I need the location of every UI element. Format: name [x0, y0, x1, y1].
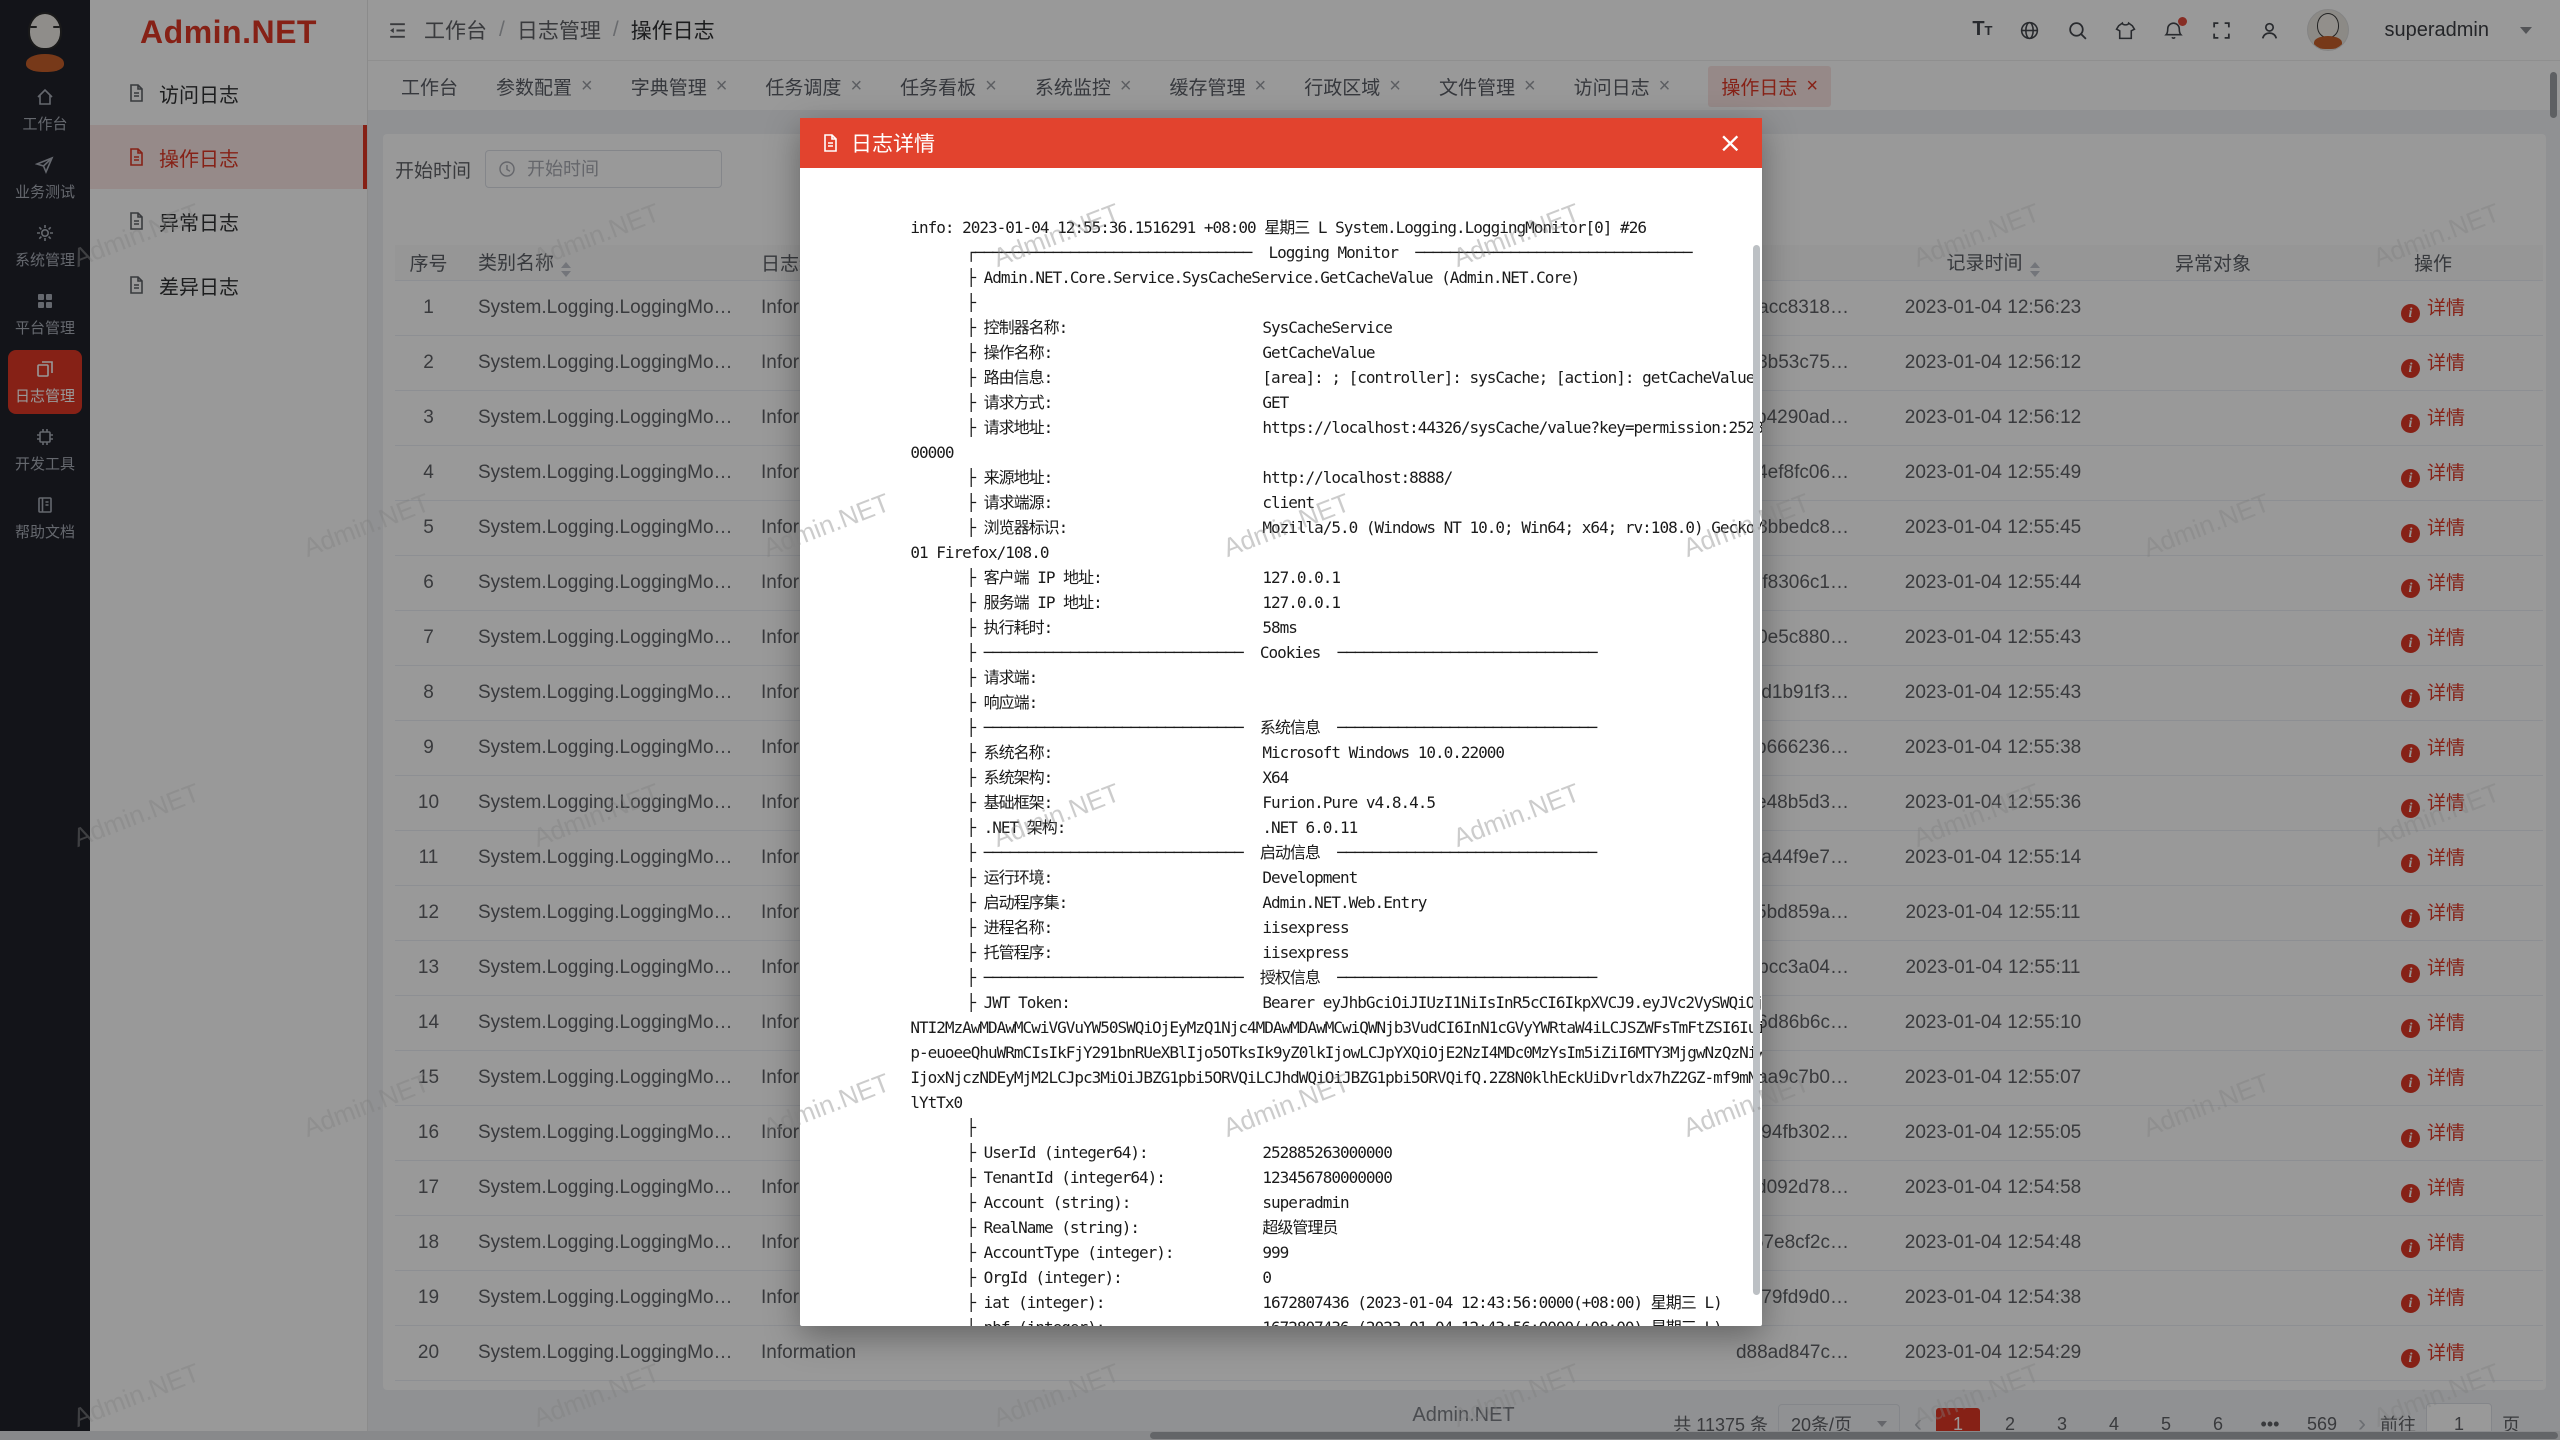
log-value: Development [1262, 868, 1357, 887]
log-key: ├ .NET 架构: [966, 815, 1262, 840]
log-value: 超级管理员 [1262, 1218, 1337, 1237]
document-icon [820, 133, 840, 153]
log-value: .NET 6.0.11 [1262, 818, 1357, 837]
log-key: ├ 运行环境: [966, 865, 1262, 890]
log-value: Bearer eyJhbGciOiJIUzI1NiIsInR5cCI6IkpXV… [1262, 993, 1762, 1012]
dialog-title: 日志详情 [851, 128, 935, 158]
log-key: ├ 请求方式: [966, 390, 1262, 415]
log-key: ├ TenantId (integer64): [966, 1165, 1262, 1190]
log-value: Microsoft Windows 10.0.22000 [1262, 743, 1504, 762]
log-value: 999 [1262, 1243, 1288, 1262]
log-value: 58ms [1262, 618, 1297, 637]
log-key: ├ RealName (string): [966, 1215, 1262, 1240]
log-key: ├ 操作名称: [966, 340, 1262, 365]
log-key: ├ 浏览器标识: [966, 515, 1262, 540]
log-plain-text: p-euoeeQhuWRmCIsIkFjY291bnRUeXBlIjo5OTks… [910, 1043, 1762, 1062]
log-value: superadmin [1262, 1193, 1348, 1212]
log-key: ├ 来源地址: [966, 465, 1262, 490]
log-value: client [1262, 493, 1314, 512]
log-key: ├ 系统架构: [966, 765, 1262, 790]
log-key: ├ AccountType (integer): [966, 1240, 1262, 1265]
log-key: ├ Account (string): [966, 1190, 1262, 1215]
log-value: GetCacheValue [1262, 343, 1374, 362]
log-plain-text: 00000 [910, 443, 953, 462]
log-value: http://localhost:8888/ [1262, 468, 1452, 487]
dialog-scrollbar-thumb[interactable] [1753, 245, 1760, 1295]
log-key: ├ OrgId (integer): [966, 1265, 1262, 1290]
log-detail-dialog: 日志详情 × info: 2023-01-04 12:55:36.1516291… [800, 118, 1762, 1326]
log-line: ├ [824, 1090, 1762, 1115]
log-value: SysCacheService [1262, 318, 1392, 337]
log-key: ├ 执行耗时: [966, 615, 1262, 640]
log-plain-text: ├ ────────────────────────────── Cookies… [966, 643, 1596, 662]
log-value: 127.0.0.1 [1262, 568, 1340, 587]
log-key: ├ iat (integer): [966, 1290, 1262, 1315]
log-value: iisexpress [1262, 943, 1348, 962]
log-key: ├ 托管程序: [966, 940, 1262, 965]
log-plain-text: ├ Admin.NET.Core.Service.SysCacheService… [966, 268, 1579, 287]
log-key: ├ 服务端 IP 地址: [966, 590, 1262, 615]
log-value: 252885263000000 [1262, 1143, 1392, 1162]
log-value: 127.0.0.1 [1262, 593, 1340, 612]
log-value: 123456780000000 [1262, 1168, 1392, 1187]
log-value: GET [1262, 393, 1288, 412]
log-key: ├ 路由信息: [966, 365, 1262, 390]
log-line: info: 2023-01-04 12:55:36.1516291 +08:00… [824, 190, 1762, 215]
log-value: 1672807436 (2023-01-04 12:43:56:0000(+08… [1262, 1318, 1721, 1326]
log-line: ├ 来源地址:http://localhost:8888/ [824, 440, 1762, 465]
log-plain-text: lYtTx0 [910, 1093, 962, 1112]
log-key: ├ 请求地址: [966, 415, 1262, 440]
log-key: ├ 启动程序集: [966, 890, 1262, 915]
log-plain-text: IjoxNjczNDEyMjM2LCJpc3MiOiJBZG1pbi5ORVQi… [910, 1068, 1762, 1087]
log-plain-text: ├ [966, 1118, 975, 1137]
log-key: ├ 响应端: [966, 690, 1262, 715]
log-key: ├ nbf (integer): [966, 1315, 1262, 1326]
log-plain-text: ├ ────────────────────────────── 系统信息 ──… [966, 718, 1596, 737]
log-plain-text: ┌──────────────────────────────── Loggin… [966, 243, 1691, 262]
close-icon[interactable]: × [1719, 129, 1742, 157]
log-key: ├ JWT Token: [966, 990, 1262, 1015]
log-text: info: 2023-01-04 12:55:36.1516291 +08:00… [824, 190, 1762, 1326]
log-key: ├ 基础框架: [966, 790, 1262, 815]
log-value: Furion.Pure v4.8.4.5 [1262, 793, 1435, 812]
log-value: Admin.NET.Web.Entry [1262, 893, 1426, 912]
log-key: ├ 客户端 IP 地址: [966, 565, 1262, 590]
log-key: ├ 请求端源: [966, 490, 1262, 515]
dialog-body: info: 2023-01-04 12:55:36.1516291 +08:00… [800, 168, 1762, 1326]
log-key: ├ 控制器名称: [966, 315, 1262, 340]
log-plain-text: 01 Firefox/108.0 [910, 543, 1048, 562]
log-plain-text: NTI2MzAwMDAwMCwiVGVuYW50SWQiOjEyMzQ1Njc4… [910, 1018, 1762, 1037]
log-value: https://localhost:44326/sysCache/value?k… [1262, 418, 1762, 437]
log-key: ├ UserId (integer64): [966, 1140, 1262, 1165]
log-plain-text: ├ [966, 293, 975, 312]
log-key: ├ 系统名称: [966, 740, 1262, 765]
dialog-header: 日志详情 × [800, 118, 1762, 168]
log-plain-text: ├ ────────────────────────────── 授权信息 ──… [966, 968, 1596, 987]
log-value: Mozilla/5.0 (Windows NT 10.0; Win64; x64… [1262, 518, 1762, 537]
log-value: iisexpress [1262, 918, 1348, 937]
log-value: 0 [1262, 1268, 1271, 1287]
log-plain-text: info: 2023-01-04 12:55:36.1516291 +08:00… [910, 218, 1646, 237]
log-value: X64 [1262, 768, 1288, 787]
log-key: ├ 请求端: [966, 665, 1262, 690]
log-key: ├ 进程名称: [966, 915, 1262, 940]
log-plain-text: ├ ────────────────────────────── 启动信息 ──… [966, 843, 1596, 862]
log-value: [area]: ; [controller]: sysCache; [actio… [1262, 368, 1754, 387]
log-value: 1672807436 (2023-01-04 12:43:56:0000(+08… [1262, 1293, 1721, 1312]
